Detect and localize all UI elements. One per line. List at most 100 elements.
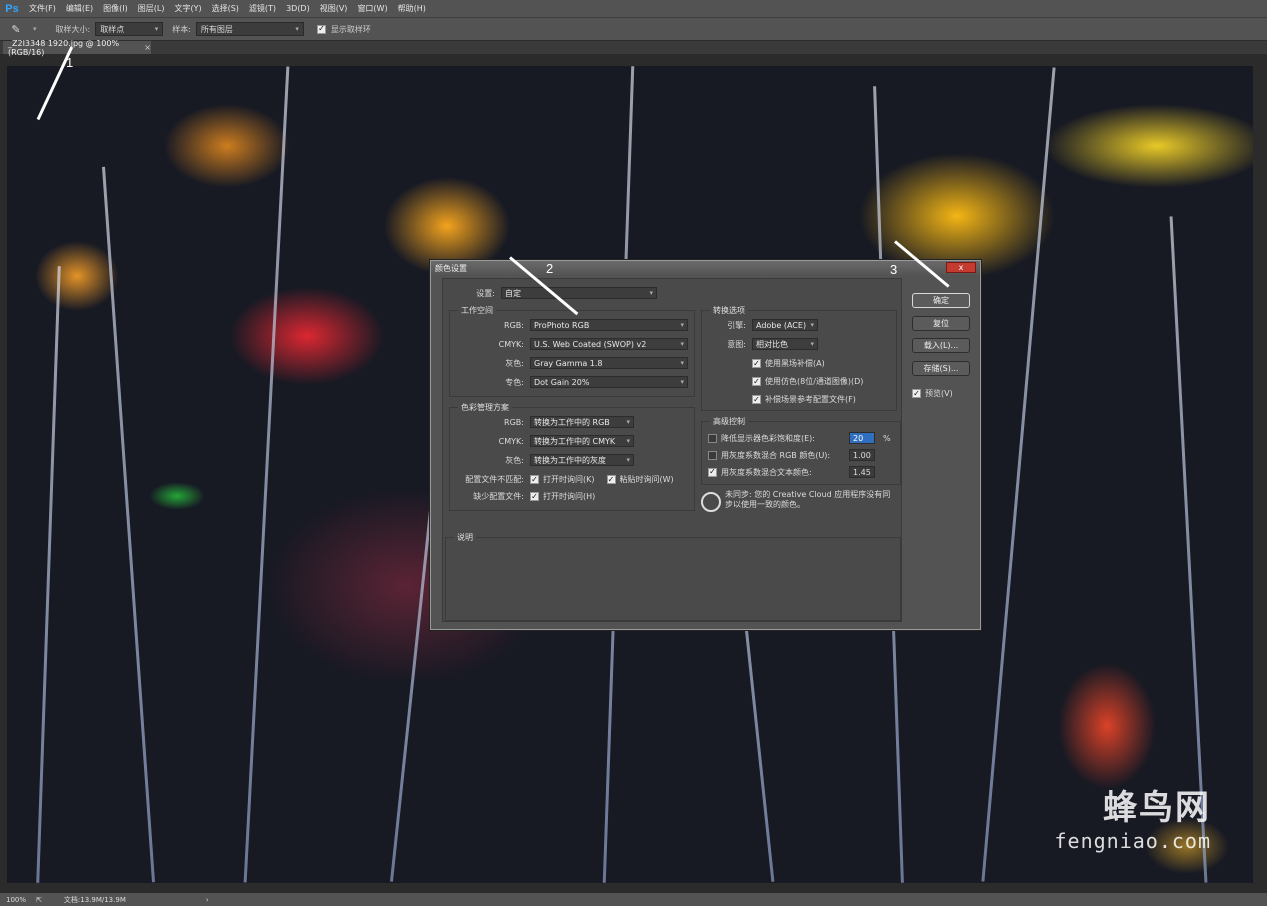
intent-select[interactable]: 相对比色 ▾ (752, 338, 818, 350)
ws-rgb-value: ProPhoto RGB (534, 320, 590, 330)
policy-rgb-select[interactable]: 转换为工作中的 RGB ▾ (530, 416, 634, 428)
missing-open-label: 打开时询问(H) (543, 492, 596, 501)
save-button[interactable]: 存储(S)... (912, 361, 970, 376)
color-policies-group: 色彩管理方案 RGB: 转换为工作中的 RGB ▾ CMYK: 转换为工作中的 C… (449, 402, 695, 511)
conversion-options-group: 转换选项 引擎: Adobe (ACE) ▾ 意图: 相对比色 ▾ ✓ 使用黑场补偿… (701, 305, 897, 411)
ws-cmyk-label: CMYK: (498, 339, 524, 349)
desaturate-checkbox[interactable]: ✓ (708, 433, 717, 443)
tree-trunk (981, 67, 1056, 882)
ws-spot-value: Dot Gain 20% (534, 377, 590, 387)
bpc-checkbox[interactable]: ✓ (752, 359, 761, 368)
document-tab[interactable]: _Z2I3348 1920.jpg @ 100%(RGB/16) × (3, 39, 151, 57)
chevron-down-icon: ▾ (680, 321, 684, 329)
policy-gray-label: 灰色: (505, 455, 524, 465)
missing-open-checkbox[interactable]: ✓ (530, 492, 539, 501)
compensate-checkbox[interactable]: ✓ (752, 395, 761, 404)
menu-bar: Ps 文件(F) 编辑(E) 图像(I) 图层(L) 文字(Y) 选择(S) 滤… (0, 0, 1267, 17)
policy-gray-select[interactable]: 转换为工作中的灰度 ▾ (530, 454, 634, 466)
dither-label: 使用仿色(8位/通道图像)(D) (765, 377, 864, 386)
ws-gray-select[interactable]: Gray Gamma 1.8 ▾ (530, 357, 688, 369)
sample-size-value: 取样点 (100, 24, 125, 34)
menu-filter[interactable]: 滤镜(T) (244, 0, 281, 17)
ws-rgb-select[interactable]: ProPhoto RGB ▾ (530, 319, 688, 331)
menu-select[interactable]: 选择(S) (207, 0, 244, 17)
tool-preset-chevron-icon[interactable]: ▾ (33, 25, 37, 33)
menu-edit[interactable]: 编辑(E) (61, 0, 98, 17)
menu-help[interactable]: 帮助(H) (393, 0, 431, 17)
sample-select[interactable]: 所有图层 ▾ (195, 22, 304, 36)
menu-image[interactable]: 图像(I) (98, 0, 133, 17)
profile-mismatch-label: 配置文件不匹配: (465, 475, 524, 484)
policy-cmyk-value: 转换为工作中的 CMYK (534, 436, 616, 446)
menu-view[interactable]: 视图(V) (315, 0, 353, 17)
status-bar: 100% ⇱ 文档:13.9M/13.9M › (0, 893, 1267, 906)
chevron-down-icon: ▾ (626, 437, 630, 445)
menu-window[interactable]: 窗口(W) (352, 0, 392, 17)
blend-text-input[interactable]: 1.45 (849, 466, 875, 478)
sample-value: 所有图层 (200, 24, 233, 34)
desaturate-label: 降低显示器色彩饱和度(E): (721, 433, 815, 443)
sample-size-select[interactable]: 取样点 ▾ (95, 22, 164, 36)
ws-gray-value: Gray Gamma 1.8 (534, 358, 603, 368)
tree-trunk (243, 66, 290, 883)
options-bar: ✎ ▾ 取样大小: 取样点 ▾ 样本: 所有图层 ▾ ✓ 显示取样环 (0, 17, 1267, 41)
bpc-label: 使用黑场补偿(A) (765, 359, 825, 368)
chevron-down-icon: ▾ (295, 25, 299, 33)
preview-label: 预览(V) (925, 389, 953, 398)
chevron-down-icon: ▾ (649, 289, 653, 297)
ws-cmyk-select[interactable]: U.S. Web Coated (SWOP) v2 ▾ (530, 338, 688, 350)
sync-note: 未同步: 您的 Creative Cloud 应用程序没有同步以使用一致的颜色。 (725, 490, 891, 509)
compensate-label: 补偿场景参考配置文件(F) (765, 395, 856, 404)
status-arrow-icon[interactable]: › (206, 896, 209, 904)
chevron-down-icon: ▾ (810, 340, 814, 348)
menu-file[interactable]: 文件(F) (24, 0, 61, 17)
chevron-down-icon: ▾ (680, 359, 684, 367)
preview-checkbox[interactable]: ✓ (912, 389, 921, 398)
menu-3d[interactable]: 3D(D) (281, 0, 315, 17)
fengniao-watermark: 蜂鸟网 fengniao.com (1055, 780, 1212, 853)
policy-rgb-value: 转换为工作中的 RGB (534, 417, 610, 427)
ws-spot-label: 专色: (505, 377, 524, 387)
chevron-down-icon: ▾ (626, 418, 630, 426)
eyedropper-icon[interactable]: ✎ (8, 21, 24, 37)
policy-cmyk-select[interactable]: 转换为工作中的 CMYK ▾ (530, 435, 634, 447)
mismatch-paste-checkbox[interactable]: ✓ (606, 475, 616, 484)
dialog-close-button[interactable]: x (946, 262, 976, 273)
ok-button[interactable]: 确定 (912, 293, 970, 308)
engine-label: 引擎: (727, 320, 746, 330)
chevron-down-icon: ▾ (154, 25, 159, 33)
annotation-number-3: 3 (890, 262, 898, 277)
color-settings-dialog: 颜色设置 x 设置: 自定 ▾ 工作空间 RGB: ProPhoto RGB ▾ C… (430, 260, 981, 630)
show-ring-checkbox[interactable]: ✓ (316, 24, 326, 34)
ws-rgb-label: RGB: (504, 320, 524, 330)
engine-select[interactable]: Adobe (ACE) ▾ (752, 319, 818, 331)
blend-rgb-checkbox[interactable]: ✓ (708, 450, 717, 460)
load-button[interactable]: 载入(L)... (912, 338, 970, 353)
chevron-down-icon: ▾ (680, 340, 684, 348)
policy-gray-value: 转换为工作中的灰度 (534, 455, 606, 465)
blend-text-checkbox[interactable]: ✓ (708, 467, 717, 477)
desaturate-input[interactable]: 20 (849, 432, 875, 444)
close-icon[interactable]: × (144, 43, 151, 52)
reset-button[interactable]: 复位 (912, 316, 970, 331)
engine-value: Adobe (ACE) (756, 320, 807, 330)
zoom-level[interactable]: 100% (6, 896, 26, 904)
menu-layer[interactable]: 图层(L) (133, 0, 170, 17)
settings-value: 自定 (505, 288, 521, 298)
missing-profile-label: 缺少配置文件: (473, 492, 524, 501)
mismatch-paste-label: 粘贴时询问(W) (619, 475, 674, 484)
export-icon[interactable]: ⇱ (36, 896, 42, 904)
tree-trunk (36, 266, 61, 883)
blend-rgb-input[interactable]: 1.00 (849, 449, 875, 461)
dialog-content: 设置: 自定 ▾ 工作空间 RGB: ProPhoto RGB ▾ CMYK: U.… (442, 278, 902, 622)
settings-select[interactable]: 自定 ▾ (501, 287, 657, 299)
advanced-controls-title: 高级控制 (710, 416, 748, 427)
ws-spot-select[interactable]: Dot Gain 20% ▾ (530, 376, 688, 388)
blend-rgb-label: 用灰度系数混合 RGB 颜色(U): (721, 450, 831, 460)
chevron-down-icon: ▾ (626, 456, 630, 464)
mismatch-open-checkbox[interactable]: ✓ (530, 475, 539, 484)
conversion-options-title: 转换选项 (710, 305, 748, 316)
menu-type[interactable]: 文字(Y) (169, 0, 206, 17)
settings-label: 设置: (476, 288, 495, 298)
dither-checkbox[interactable]: ✓ (752, 377, 761, 386)
